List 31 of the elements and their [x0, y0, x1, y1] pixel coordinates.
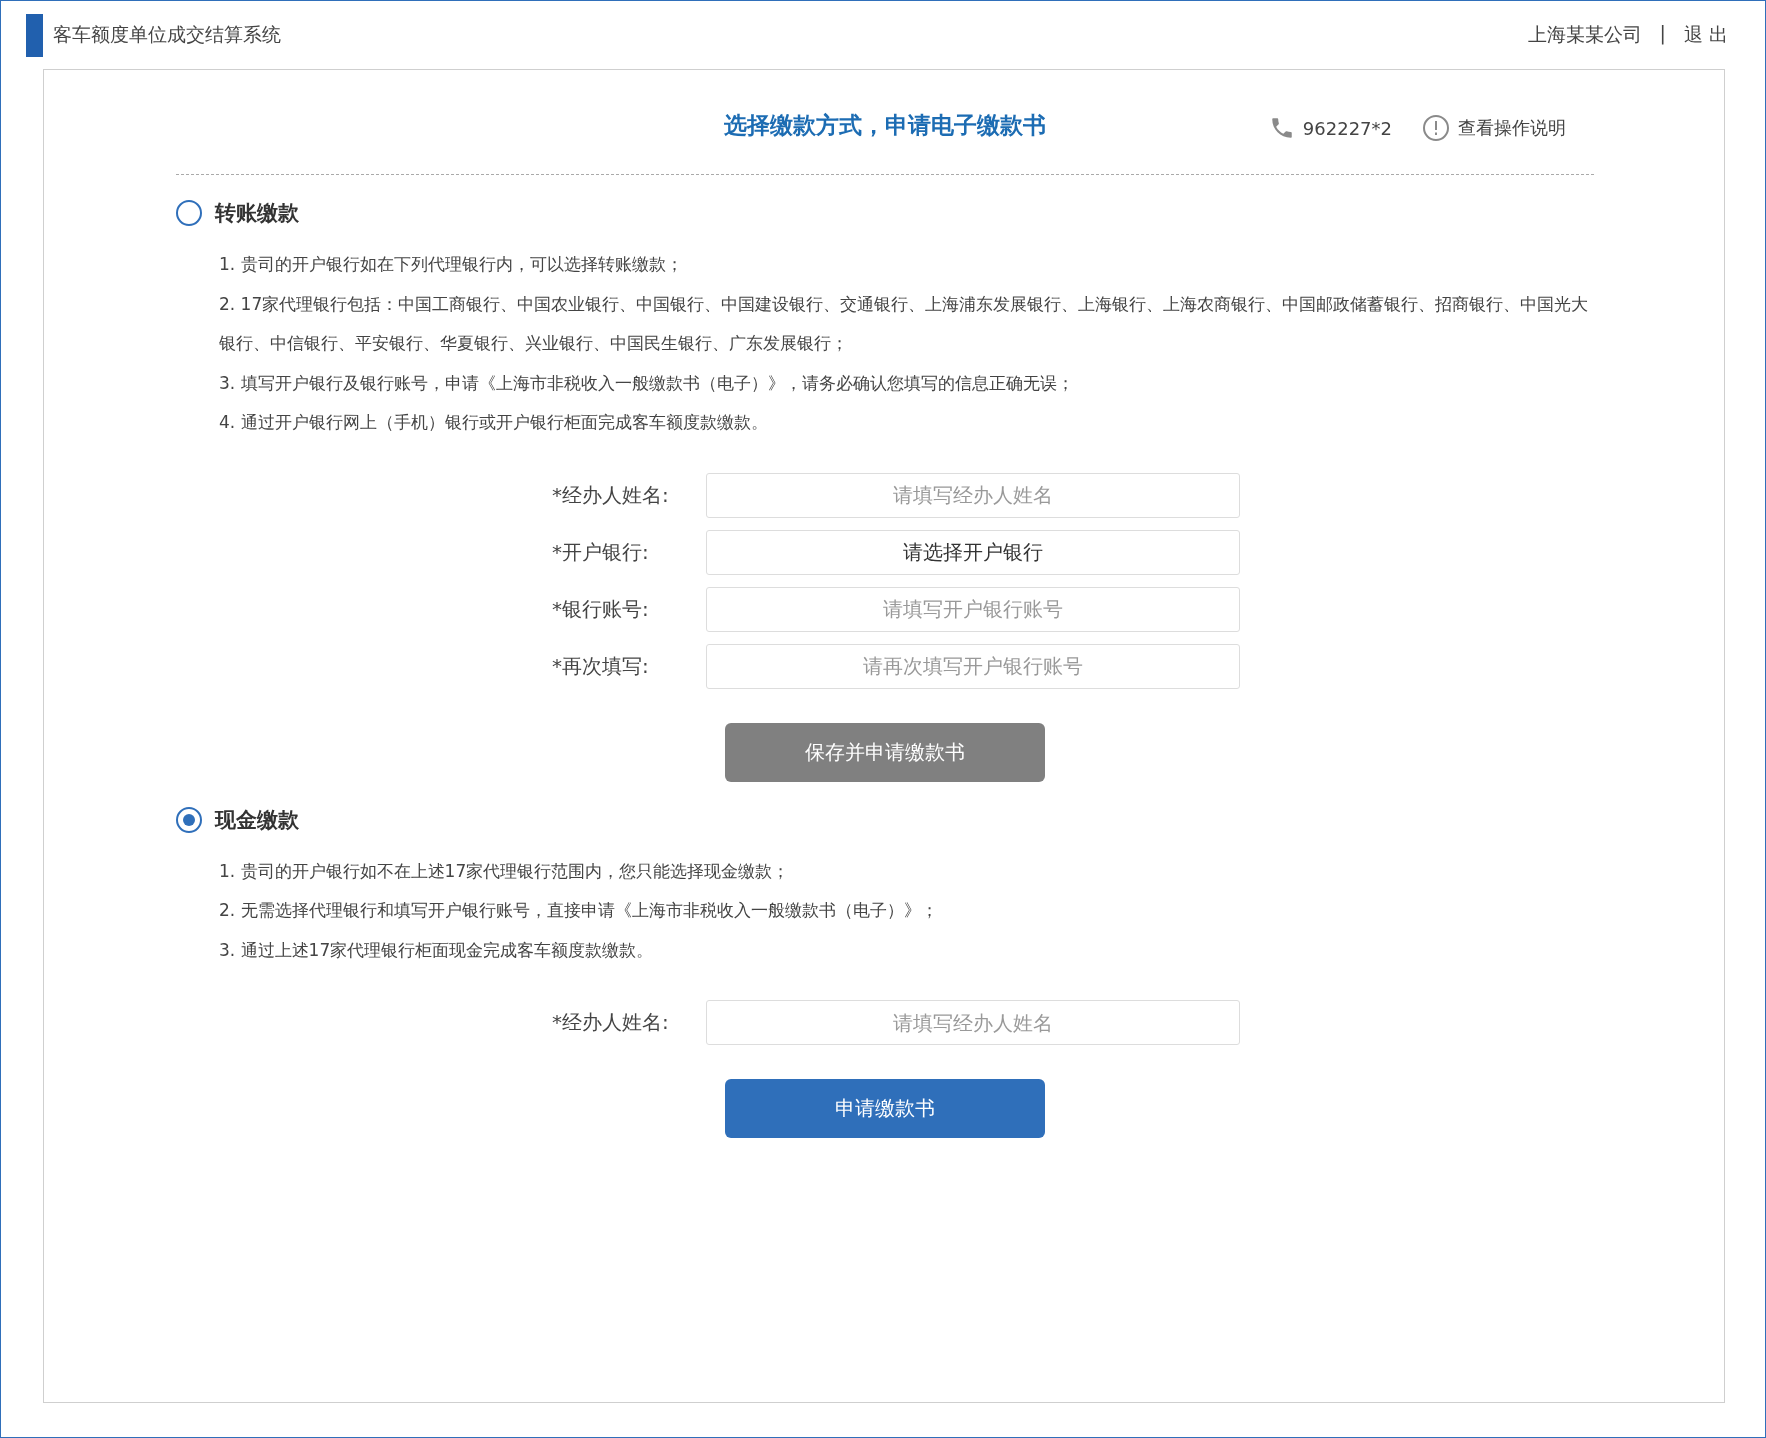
submit-button[interactable]: 申请缴款书: [725, 1079, 1045, 1138]
radio-button[interactable]: [176, 200, 202, 226]
field-label: *再次填写:: [551, 652, 650, 680]
help-link[interactable]: 查看操作说明: [1458, 116, 1566, 140]
separator: |: [1659, 22, 1666, 47]
company-name: 上海某某公司: [1527, 22, 1642, 47]
phone-number: 962227*2: [1302, 117, 1392, 139]
system-title: 客车额度单位成交结算系统: [53, 22, 281, 47]
logo-bar: [26, 13, 43, 57]
field-label: *经办人姓名:: [551, 1009, 670, 1036]
instruction-text: 1. 贵司的开户银行如不在上述17家代理银行范围内，您只能选择现金缴款；: [219, 859, 791, 883]
section-title: 现金缴款: [215, 806, 299, 834]
panel-title: 选择缴款方式，申请电子缴款书: [724, 110, 1046, 140]
input-field[interactable]: 请填写经办人姓名: [706, 1000, 1240, 1045]
input-field[interactable]: 请再次填写开户银行账号: [706, 643, 1240, 689]
input-field[interactable]: 请填写经办人姓名: [706, 472, 1240, 518]
bank-select[interactable]: 请选择开户银行: [706, 529, 1240, 575]
field-label: *开户银行:: [551, 538, 650, 566]
alert-icon[interactable]: [1422, 114, 1450, 142]
radio-button[interactable]: [176, 806, 202, 833]
field-label: *银行账号:: [551, 595, 650, 623]
section-title: 转账缴款: [215, 200, 299, 227]
input-field[interactable]: 请填写开户银行账号: [706, 586, 1240, 632]
instruction-text: 1. 贵司的开户银行如在下列代理银行内，可以选择转账缴款；: [219, 253, 684, 276]
field-label: *经办人姓名:: [551, 481, 670, 509]
instruction-text: 2. 17家代理银行包括：中国工商银行、中国农业银行、中国银行、中国建设银行、交通银行、上海浦东发展银行、上海银行、上海农商银行、中国邮政储蓄银行、招商银行、中国光大银行、中信银行、平安银行、华夏银行、兴业银行、中国民生银行、广东发展银行；: [219, 292, 1590, 355]
instruction-text: 3. 通过上述17家代理银行柜面现金完成客车额度款缴款。: [219, 938, 655, 962]
instruction-text: 4. 通过开户银行网上（手机）银行或开户银行柜面完成客车额度款缴款。: [219, 411, 769, 434]
instruction-text: 3. 填写开户银行及银行账号，申请《上海市非税收入一般缴款书（电子）》，请务必确认您填写的信息正确无误；: [219, 371, 1075, 395]
logout-link[interactable]: 退 出: [1683, 22, 1728, 48]
instruction-text: 2. 无需选择代理银行和填写开户银行账号，直接申请《上海市非税收入一般缴款书（电子）》；: [219, 899, 939, 922]
